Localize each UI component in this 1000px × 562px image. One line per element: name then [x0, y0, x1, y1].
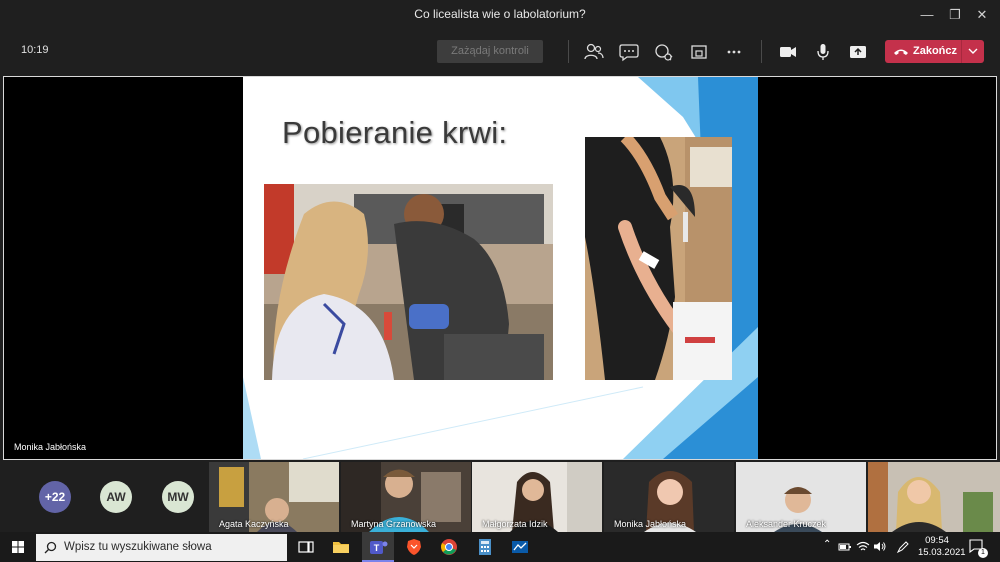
search-placeholder: Wpisz tu wyszukiwane słowa	[64, 541, 212, 553]
camera-icon[interactable]	[775, 40, 801, 64]
more-icon[interactable]	[721, 40, 747, 64]
chevron-down-icon[interactable]	[967, 44, 979, 58]
file-explorer-icon[interactable]	[330, 536, 352, 558]
taskbar-date: 15.03.2021	[918, 547, 966, 558]
chat-icon[interactable]	[616, 40, 642, 64]
participant-name: Agata Kaczyńska	[219, 519, 289, 529]
request-control-button[interactable]: Zażądaj kontroli	[437, 40, 543, 63]
window-title: Co licealista wie o labolatorium?	[414, 7, 586, 21]
presenter-name: Monika Jabłońska	[14, 442, 87, 452]
slide-photo-arm	[585, 137, 732, 380]
search-icon	[44, 541, 57, 554]
end-call-label: Zakończ	[913, 45, 958, 57]
taskbar-clock[interactable]: 09:54 15.03.2021	[918, 535, 966, 559]
rooms-icon[interactable]	[686, 40, 712, 64]
share-icon[interactable]	[845, 40, 871, 64]
svg-text:T: T	[374, 543, 380, 553]
end-call-divider	[961, 40, 962, 63]
participant-video-tile[interactable]: Monika Jabłońska	[604, 462, 734, 532]
mic-icon[interactable]	[810, 40, 836, 64]
slide-title: Pobieranie krwi:	[282, 115, 508, 150]
volume-icon[interactable]	[873, 540, 887, 553]
presentation-slide: Pobieranie krwi:	[243, 77, 758, 459]
participants-icon[interactable]	[581, 40, 607, 64]
whiteboard-icon[interactable]	[509, 536, 531, 558]
chevron-up-icon[interactable]: ⌃	[823, 539, 831, 550]
taskbar-search-box[interactable]: Wpisz tu wyszukiwane słowa	[36, 534, 287, 561]
toolbar-divider	[761, 40, 762, 63]
task-view-icon[interactable]	[295, 536, 317, 558]
close-icon[interactable]: ✕	[964, 0, 1000, 30]
overflow-participants-avatar[interactable]: +22	[39, 481, 71, 513]
windows-taskbar: Wpisz tu wyszukiwane słowa T ⌃ 09:54 15.…	[0, 532, 1000, 562]
participant-video	[868, 462, 1000, 532]
taskbar-time: 09:54	[925, 535, 949, 546]
call-duration: 10:19	[21, 44, 49, 56]
title-bar: Co licealista wie o labolatorium? — ❐ ✕	[0, 0, 1000, 30]
participant-name: Małgorzata Idzik	[482, 519, 548, 529]
slide-photo-blood-draw	[264, 184, 553, 380]
brave-icon[interactable]	[403, 536, 425, 558]
avatar[interactable]: AW	[100, 481, 132, 513]
phone-icon	[894, 49, 908, 55]
pen-icon[interactable]	[896, 540, 910, 553]
participant-name: Aleksander Kruczek	[746, 519, 827, 529]
battery-icon[interactable]	[838, 541, 852, 553]
shared-screen-stage: Pobieranie krwi: Monika Jabłońska	[3, 76, 997, 460]
notification-count-badge: 1	[978, 548, 988, 558]
participant-name: Martyna Grzanowska	[351, 519, 437, 529]
participant-video-tile[interactable]: Martyna Grzanowska	[341, 462, 471, 532]
windows-icon[interactable]	[7, 536, 29, 558]
chrome-icon[interactable]	[438, 536, 460, 558]
calculator-icon[interactable]	[474, 536, 496, 558]
teams-icon[interactable]: T	[367, 536, 389, 558]
toolbar-divider	[568, 40, 569, 63]
participant-video-tile[interactable]: Aleksander Kruczek	[736, 462, 866, 532]
participant-strip: +22 AW MW Agata Kaczyńska Martyna Grzano…	[0, 462, 1000, 532]
participant-video-tile[interactable]: Małgorzata Idzik	[472, 462, 602, 532]
participant-name: Monika Jabłońska	[614, 519, 687, 529]
reactions-icon[interactable]	[651, 40, 677, 64]
avatar[interactable]: MW	[162, 481, 194, 513]
end-call-button[interactable]: Zakończ	[885, 40, 984, 63]
meeting-toolbar: 10:19 Zażądaj kontroli Zakończ	[0, 30, 1000, 74]
participant-video-tile[interactable]: Agata Kaczyńska	[209, 462, 339, 532]
participant-video-tile[interactable]	[868, 462, 1000, 532]
wifi-icon[interactable]	[856, 540, 870, 553]
